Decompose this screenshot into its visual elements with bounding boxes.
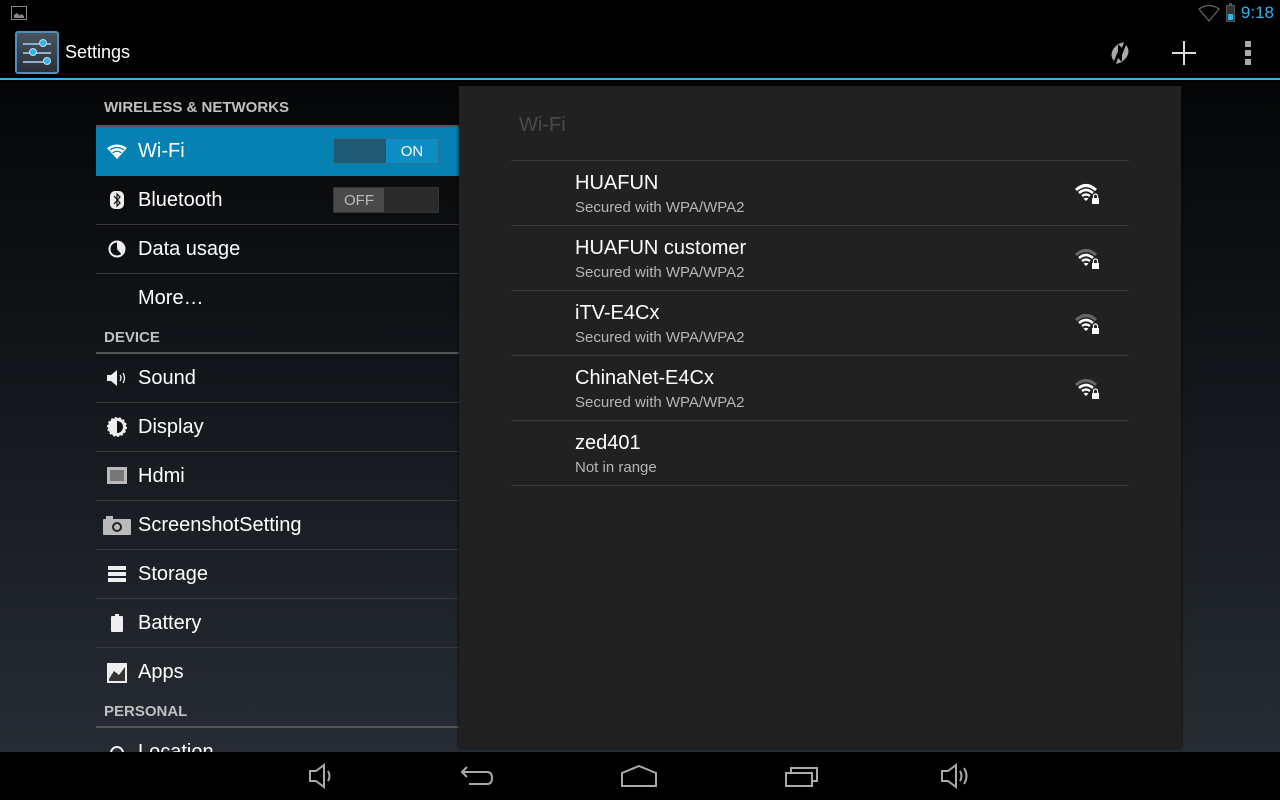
settings-sliders-icon[interactable]	[15, 31, 59, 74]
notification-image-icon	[11, 6, 27, 20]
location-icon	[96, 744, 138, 752]
panel-title: Wi-Fi	[519, 114, 566, 136]
add-network-button[interactable]	[1164, 34, 1204, 72]
sidebar-item-display[interactable]: Display	[96, 403, 459, 452]
network-item[interactable]: zed401 Not in range	[511, 421, 1129, 486]
sidebar-item-label: Data usage	[138, 237, 241, 260]
sidebar-item-hdmi[interactable]: Hdmi	[96, 452, 459, 501]
app-title: Settings	[65, 42, 131, 62]
recent-apps-button[interactable]	[782, 762, 822, 790]
volume-down-icon	[309, 763, 331, 789]
sidebar-item-screenshot-setting[interactable]: ScreenshotSetting	[96, 501, 459, 550]
category-personal: PERSONAL	[96, 697, 459, 728]
overflow-menu-button[interactable]	[1228, 34, 1268, 72]
sidebar-item-label: Bluetooth	[138, 188, 223, 211]
status-icons: 9:18	[1198, 0, 1274, 26]
sidebar-item-location[interactable]: Location	[96, 728, 459, 752]
network-list: HUAFUN Secured with WPA/WPA2 HUAFUN cust…	[511, 160, 1129, 486]
network-ssid: iTV-E4Cx	[575, 302, 660, 324]
sidebar-item-label: Wi-Fi	[138, 140, 185, 162]
network-status: Secured with WPA/WPA2	[575, 329, 745, 346]
wifi-toggle[interactable]: ON	[333, 138, 439, 164]
recent-apps-icon	[785, 767, 818, 787]
sidebar-item-storage[interactable]: Storage	[96, 550, 459, 599]
wifi-icon	[96, 144, 138, 160]
navigation-bar	[0, 752, 1280, 800]
sidebar-item-apps[interactable]: Apps	[96, 648, 459, 697]
bluetooth-toggle[interactable]: OFF	[333, 187, 439, 213]
category-device: DEVICE	[96, 323, 459, 354]
storage-icon	[96, 566, 138, 582]
settings-headers-list: WIRELESS & NETWORKS Wi-Fi ON Bluetooth O…	[96, 82, 459, 752]
refresh-scan-icon	[1111, 42, 1129, 64]
plus-icon	[1172, 41, 1196, 65]
network-item[interactable]: HUAFUN customer Secured with WPA/WPA2	[511, 226, 1129, 291]
network-item[interactable]: ChinaNet-E4Cx Secured with WPA/WPA2	[511, 356, 1129, 421]
volume-up-button[interactable]	[936, 762, 976, 790]
category-wireless-networks: WIRELESS & NETWORKS	[96, 82, 459, 127]
sidebar-item-label: Apps	[138, 661, 184, 683]
toggle-state: ON	[386, 139, 438, 163]
sidebar-item-label: Location	[138, 741, 214, 752]
wifi-signal-lock-icon	[1075, 184, 1099, 204]
network-ssid: zed401	[575, 432, 641, 454]
wifi-signal-lock-icon	[1075, 249, 1099, 269]
network-status: Secured with WPA/WPA2	[575, 394, 745, 411]
sidebar-item-bluetooth[interactable]: Bluetooth OFF	[96, 176, 459, 225]
toggle-state: OFF	[334, 188, 384, 212]
volume-down-button[interactable]	[302, 762, 342, 790]
volume-up-icon	[941, 763, 968, 789]
home-icon	[621, 765, 657, 787]
apps-icon	[96, 662, 138, 683]
network-ssid: ChinaNet-E4Cx	[575, 367, 714, 389]
sidebar-item-more[interactable]: More…	[96, 274, 459, 323]
wifi-signal-lock-icon	[1075, 314, 1099, 334]
bluetooth-icon	[96, 191, 138, 209]
home-button[interactable]	[619, 762, 659, 790]
action-bar: Settings	[0, 26, 1280, 80]
back-icon	[460, 766, 494, 785]
network-ssid: HUAFUN	[575, 172, 659, 194]
sidebar-item-label: ScreenshotSetting	[138, 513, 302, 536]
network-status: Not in range	[575, 459, 657, 476]
network-item[interactable]: HUAFUN Secured with WPA/WPA2	[511, 161, 1129, 226]
wifi-detail-panel: Wi-Fi HUAFUN Secured with WPA/WPA2 HUAFU…	[459, 86, 1181, 748]
network-ssid: HUAFUN customer	[575, 237, 747, 259]
scan-button[interactable]	[1100, 34, 1140, 72]
wifi-signal-icon	[1198, 4, 1220, 22]
status-bar: 9:18	[0, 0, 1280, 26]
more-vert-icon	[1245, 41, 1251, 65]
sidebar-item-label: More…	[138, 287, 204, 309]
network-status: Secured with WPA/WPA2	[575, 199, 745, 216]
battery-icon	[1225, 2, 1235, 22]
sidebar-item-battery[interactable]: Battery	[96, 599, 459, 648]
network-item[interactable]: iTV-E4Cx Secured with WPA/WPA2	[511, 291, 1129, 356]
back-button[interactable]	[457, 762, 497, 790]
sidebar-item-wifi[interactable]: Wi-Fi ON	[96, 127, 459, 176]
data-usage-icon	[96, 240, 138, 258]
camera-icon	[96, 515, 138, 535]
brightness-icon	[96, 416, 138, 438]
network-status: Secured with WPA/WPA2	[575, 264, 745, 281]
sidebar-item-sound[interactable]: Sound	[96, 354, 459, 403]
battery-icon	[96, 614, 138, 632]
clock: 9:18	[1240, 3, 1274, 22]
sidebar-item-data-usage[interactable]: Data usage	[96, 225, 459, 274]
hdmi-icon	[96, 467, 138, 485]
sidebar-item-label: Hdmi	[138, 464, 185, 487]
sidebar-item-label: Sound	[138, 366, 196, 389]
sidebar-item-label: Battery	[138, 611, 202, 634]
speaker-icon	[96, 369, 138, 387]
wifi-signal-lock-icon	[1075, 379, 1099, 399]
sidebar-item-label: Display	[138, 415, 204, 438]
sidebar-item-label: Storage	[138, 562, 209, 585]
